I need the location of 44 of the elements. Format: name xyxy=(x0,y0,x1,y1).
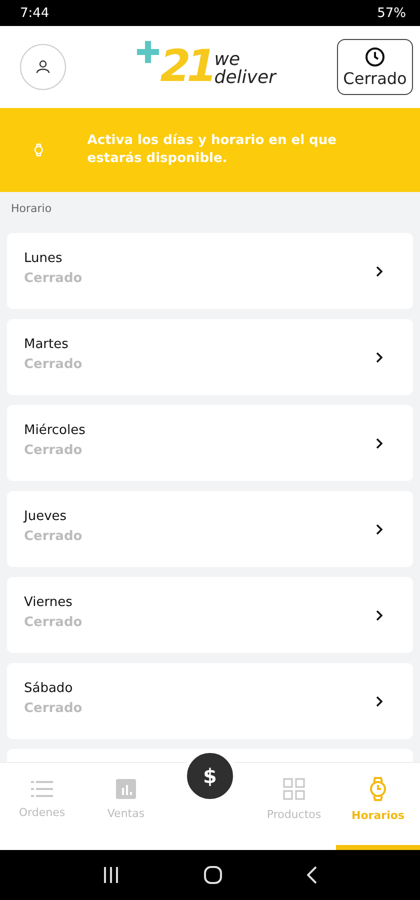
profile-button[interactable] xyxy=(20,44,66,90)
battery-level: 57% xyxy=(377,6,406,20)
chevron-icon xyxy=(376,266,383,276)
chevron-icon xyxy=(376,438,383,448)
watch-icon xyxy=(34,141,44,159)
day-row[interactable]: Martes Cerrado xyxy=(7,319,413,395)
day-name: Jueves xyxy=(24,508,68,524)
recent-apps-icon[interactable] xyxy=(102,867,119,883)
chevron-icon xyxy=(376,524,383,534)
watch-icon xyxy=(369,776,387,800)
chevron-icon xyxy=(376,696,383,706)
day-status: Cerrado xyxy=(24,270,82,286)
grid-icon xyxy=(283,778,305,800)
chart-icon xyxy=(116,778,136,798)
day-row[interactable]: Jueves Cerrado xyxy=(7,491,413,567)
day-row[interactable]: Sábado Cerrado xyxy=(7,663,413,739)
logo-text: we xyxy=(214,51,240,69)
banner-message: Activa los días y horario en el que estarás disponible. xyxy=(87,132,338,168)
day-row[interactable]: Miércoles Cerrado xyxy=(7,405,413,481)
day-name: Viernes xyxy=(24,594,74,610)
store-status-button[interactable]: Cerrado xyxy=(337,39,413,95)
day-status: Cerrado xyxy=(24,442,84,458)
chevron-icon xyxy=(376,352,383,362)
logo-number: 21 xyxy=(160,47,214,87)
day-status: Cerrado xyxy=(24,614,82,630)
day-name: Miércoles xyxy=(24,422,86,438)
day-row[interactable]: Viernes Cerrado xyxy=(7,577,413,653)
user-icon xyxy=(36,60,50,74)
day-name: Martes xyxy=(24,336,70,352)
day-row[interactable]: Lunes Cerrado xyxy=(7,233,413,309)
day-status: Cerrado xyxy=(24,528,82,544)
day-status: Cerrado xyxy=(24,356,82,372)
day-name: Lunes xyxy=(24,250,64,266)
day-status: Cerrado xyxy=(24,700,82,716)
logo-text: deliver xyxy=(214,69,276,87)
list-icon xyxy=(31,780,53,798)
clock-icon xyxy=(365,46,385,66)
chevron-icon xyxy=(376,610,383,620)
plus-icon xyxy=(137,41,160,63)
section-label: Horario xyxy=(10,201,53,217)
home-icon[interactable] xyxy=(204,866,222,884)
back-icon[interactable] xyxy=(307,866,318,884)
day-name: Sábado xyxy=(24,680,74,696)
status-time: 7:44 xyxy=(20,6,50,20)
